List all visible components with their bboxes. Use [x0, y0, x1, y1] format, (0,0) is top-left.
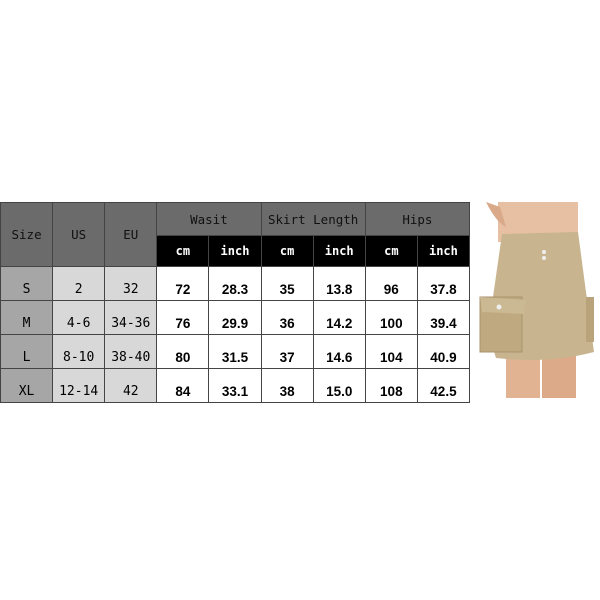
table-cell: 40.9: [416, 334, 471, 369]
table-cell: 80: [156, 334, 210, 369]
header-waist: Wasit: [156, 202, 262, 236]
product-photo: [479, 202, 594, 398]
size-chart-table: Size US EU Wasit Skirt Length Hips cm inc…: [0, 202, 471, 403]
table-cell: 37.8: [416, 266, 471, 301]
unit-header: inch: [312, 235, 366, 267]
table-cell: XL: [0, 368, 54, 403]
table-cell: 76: [156, 300, 210, 335]
table-cell: 4-6: [52, 300, 106, 335]
table-cell: M: [0, 300, 54, 335]
table-cell: 36: [260, 300, 314, 335]
table-cell: 38-40: [104, 334, 158, 369]
table-cell: 2: [52, 266, 106, 301]
table-cell: 14.6: [312, 334, 366, 369]
table-cell: 35: [260, 266, 314, 301]
table-cell: 12-14: [52, 368, 106, 403]
table-cell: 8-10: [52, 334, 106, 369]
table-cell: 100: [364, 300, 418, 335]
header-eu: EU: [104, 202, 158, 267]
unit-header: inch: [416, 235, 471, 267]
table-cell: 108: [364, 368, 418, 403]
table-cell: 42: [104, 368, 158, 403]
header-hips: Hips: [364, 202, 471, 236]
table-cell: 34-36: [104, 300, 158, 335]
table-cell: 32: [104, 266, 158, 301]
table-row: XL 12-14 42 84 33.1 38 15.0 108 42.5: [0, 368, 471, 403]
table-cell: 29.9: [208, 300, 262, 335]
table-cell: 28.3: [208, 266, 262, 301]
table-cell: 14.2: [312, 300, 366, 335]
table-row: L 8-10 38-40 80 31.5 37 14.6 104 40.9: [0, 334, 471, 369]
table-cell: 38: [260, 368, 314, 403]
table-row: S 2 32 72 28.3 35 13.8 96 37.8: [0, 266, 471, 301]
table-row: M 4-6 34-36 76 29.9 36 14.2 100 39.4: [0, 300, 471, 335]
header-skirt-length: Skirt Length: [260, 202, 366, 236]
header-us: US: [52, 202, 106, 267]
table-cell: 42.5: [416, 368, 471, 403]
header-size: Size: [0, 202, 54, 267]
table-cell: 96: [364, 266, 418, 301]
table-cell: 37: [260, 334, 314, 369]
table-cell: 31.5: [208, 334, 262, 369]
table-cell: S: [0, 266, 54, 301]
table-cell: 104: [364, 334, 418, 369]
unit-header: cm: [156, 235, 210, 267]
table-cell: 13.8: [312, 266, 366, 301]
table-cell: 84: [156, 368, 210, 403]
unit-header: cm: [260, 235, 314, 267]
unit-header: cm: [364, 235, 418, 267]
table-cell: 15.0: [312, 368, 366, 403]
unit-header: inch: [208, 235, 262, 267]
table-cell: 33.1: [208, 368, 262, 403]
table-cell: L: [0, 334, 54, 369]
table-cell: 72: [156, 266, 210, 301]
table-cell: 39.4: [416, 300, 471, 335]
